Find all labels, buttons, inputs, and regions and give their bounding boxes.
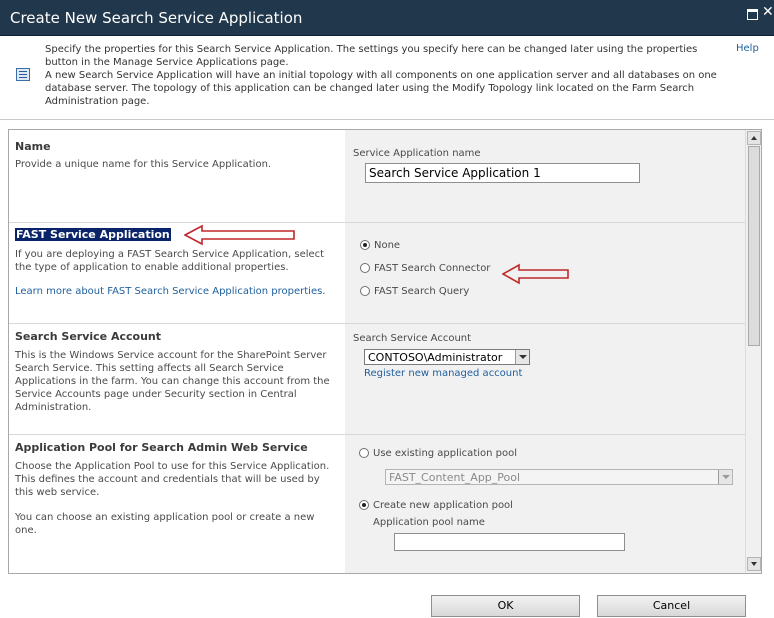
radio-fast-search-query-label: FAST Search Query bbox=[374, 286, 470, 297]
section-app-pool: Application Pool for Search Admin Web Se… bbox=[9, 435, 745, 573]
app-pool-name-label: Application pool name bbox=[373, 517, 485, 528]
fast-learn-more-link[interactable]: Learn more about FAST Search Service App… bbox=[15, 286, 325, 297]
radio-fast-search-connector-label: FAST Search Connector bbox=[374, 263, 491, 274]
document-icon bbox=[16, 68, 30, 81]
close-icon[interactable]: ✕ bbox=[762, 5, 774, 19]
description-text-1: Specify the properties for this Search S… bbox=[45, 44, 698, 68]
scroll-down-icon[interactable] bbox=[747, 557, 761, 571]
service-account-value: CONTOSO\Administrator bbox=[368, 351, 503, 364]
ok-button[interactable]: OK bbox=[431, 595, 580, 617]
radio-none-label: None bbox=[374, 240, 401, 251]
chevron-down-icon[interactable] bbox=[515, 350, 529, 364]
radio-use-existing-pool-label: Use existing application pool bbox=[373, 448, 518, 459]
section-name-text: Provide a unique name for this Service A… bbox=[15, 159, 272, 170]
annotation-arrow-icon bbox=[184, 224, 295, 246]
section-fast-heading: FAST Service Application bbox=[15, 228, 171, 241]
radio-create-new-pool-label: Create new application pool bbox=[373, 500, 513, 511]
section-account-description: Search Service Account This is the Windo… bbox=[9, 324, 345, 434]
section-name: Name Provide a unique name for this Serv… bbox=[9, 130, 745, 223]
section-apppool-controls: Use existing application pool FAST_Conte… bbox=[345, 435, 745, 573]
section-fast-heading-text: FAST Service Application bbox=[15, 228, 171, 241]
section-apppool-description: Application Pool for Search Admin Web Se… bbox=[9, 435, 345, 573]
radio-fast-search-connector[interactable] bbox=[360, 263, 370, 273]
section-fast: FAST Service Application If you are depl… bbox=[9, 223, 745, 324]
section-apppool-text-1: Choose the Application Pool to use for t… bbox=[15, 461, 330, 498]
section-account-text: This is the Windows Service account for … bbox=[15, 350, 330, 413]
service-app-name-label: Service Application name bbox=[353, 148, 481, 159]
radio-use-existing-pool[interactable] bbox=[359, 448, 369, 458]
section-account-controls: Search Service Account CONTOSO\Administr… bbox=[345, 324, 745, 434]
section-apppool-heading: Application Pool for Search Admin Web Se… bbox=[15, 441, 308, 454]
description-text-2: A new Search Service Application will ha… bbox=[45, 70, 717, 107]
help-link[interactable]: Help bbox=[736, 43, 759, 54]
maximize-icon[interactable] bbox=[747, 9, 758, 20]
annotation-arrow-icon bbox=[502, 263, 569, 285]
cancel-button[interactable]: Cancel bbox=[597, 595, 746, 617]
dialog-title-bar: Create New Search Service Application ✕ bbox=[0, 0, 774, 36]
scroll-thumb[interactable] bbox=[748, 146, 760, 346]
section-name-controls: Service Application name Search Service … bbox=[345, 130, 745, 222]
register-managed-account-link[interactable]: Register new managed account bbox=[364, 368, 522, 379]
section-account-heading: Search Service Account bbox=[15, 330, 162, 343]
dialog-title: Create New Search Service Application bbox=[10, 9, 303, 27]
dialog-description: Specify the properties for this Search S… bbox=[0, 37, 774, 119]
vertical-scrollbar[interactable] bbox=[745, 130, 761, 573]
section-apppool-text-2: You can choose an existing application p… bbox=[15, 512, 315, 536]
service-account-label: Search Service Account bbox=[353, 333, 472, 344]
existing-pool-select[interactable]: FAST_Content_App_Pool bbox=[385, 469, 733, 485]
section-name-description: Name Provide a unique name for this Serv… bbox=[9, 130, 345, 222]
radio-none[interactable] bbox=[360, 240, 370, 250]
section-fast-text: If you are deploying a FAST Search Servi… bbox=[15, 249, 325, 273]
form-scroll-area[interactable]: Name Provide a unique name for this Serv… bbox=[8, 129, 762, 574]
chevron-down-icon[interactable] bbox=[718, 470, 732, 484]
radio-fast-search-query[interactable] bbox=[360, 286, 370, 296]
service-account-select[interactable]: CONTOSO\Administrator bbox=[364, 349, 530, 365]
section-name-heading: Name bbox=[15, 140, 51, 153]
service-app-name-input[interactable]: Search Service Application 1 bbox=[365, 163, 640, 183]
radio-create-new-pool[interactable] bbox=[359, 500, 369, 510]
scroll-up-icon[interactable] bbox=[747, 131, 761, 145]
divider bbox=[0, 119, 774, 120]
section-service-account: Search Service Account This is the Windo… bbox=[9, 324, 745, 435]
app-pool-name-input[interactable] bbox=[394, 533, 625, 551]
existing-pool-value: FAST_Content_App_Pool bbox=[389, 471, 521, 484]
